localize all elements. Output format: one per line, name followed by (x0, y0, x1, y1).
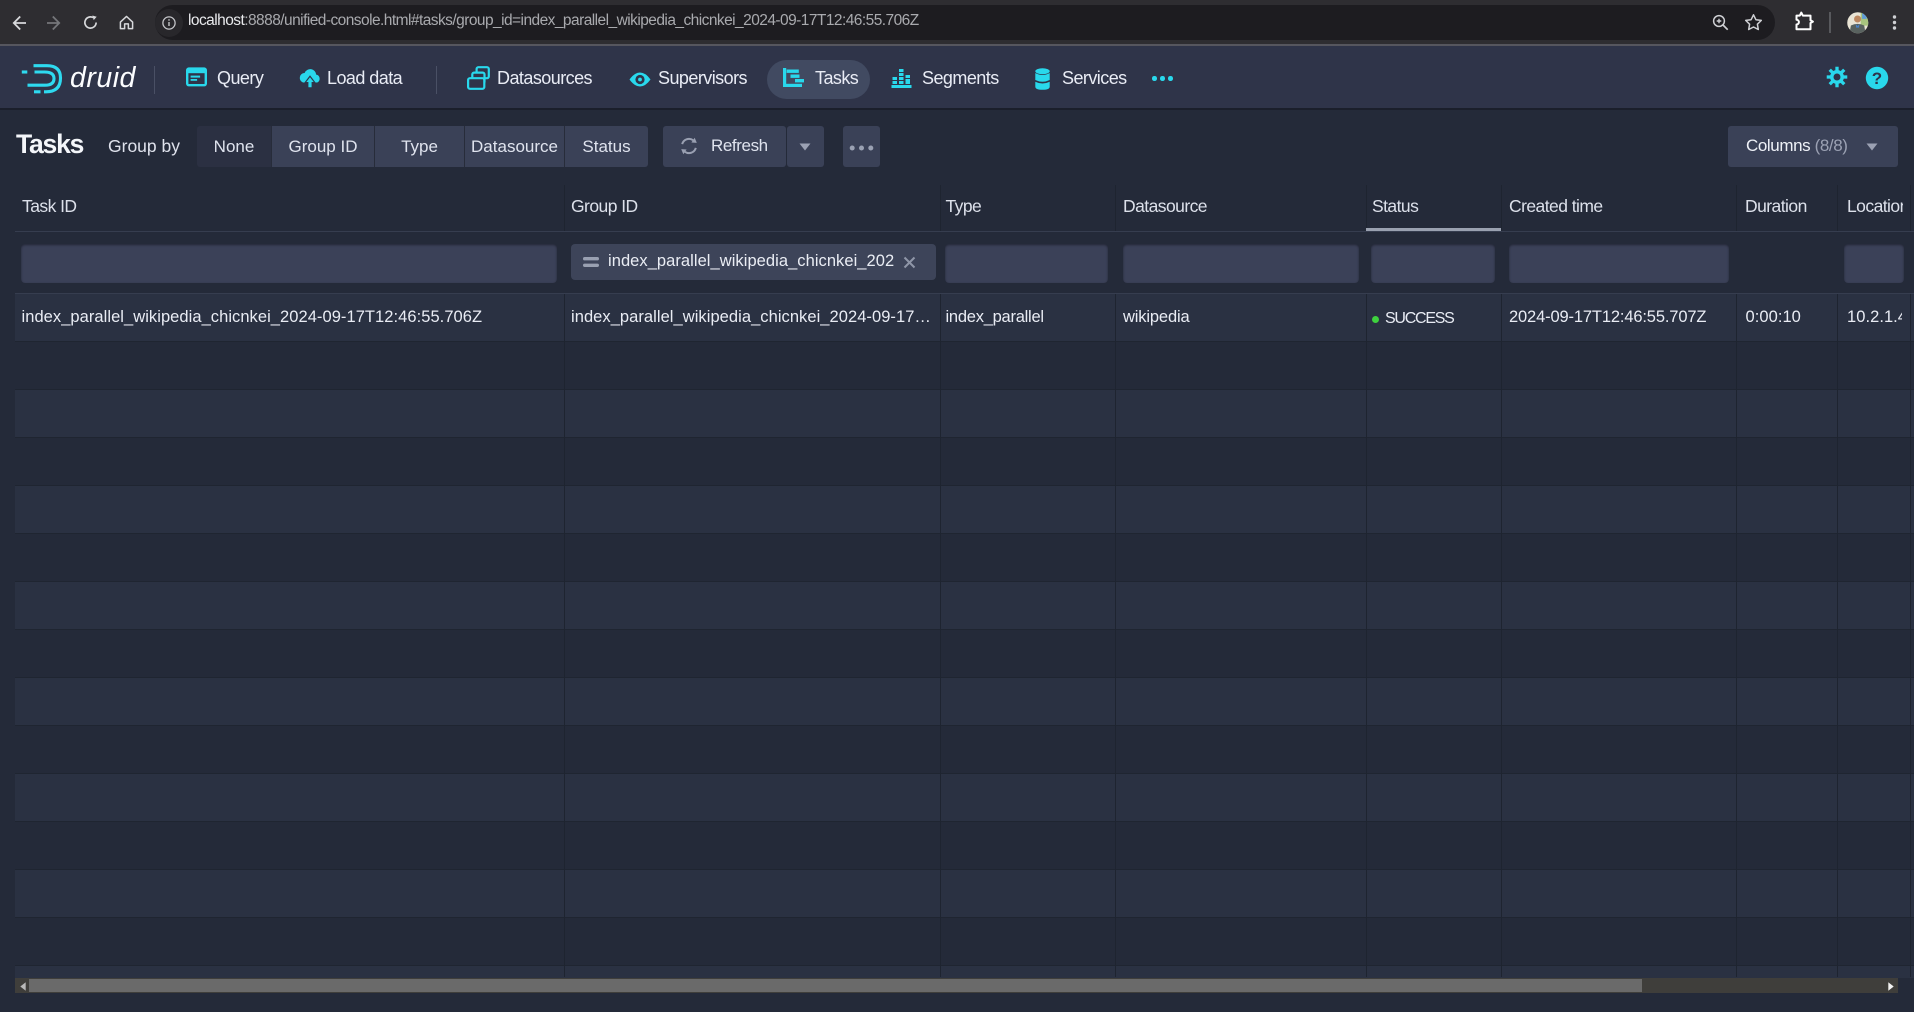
svg-text:?: ? (1872, 69, 1882, 88)
